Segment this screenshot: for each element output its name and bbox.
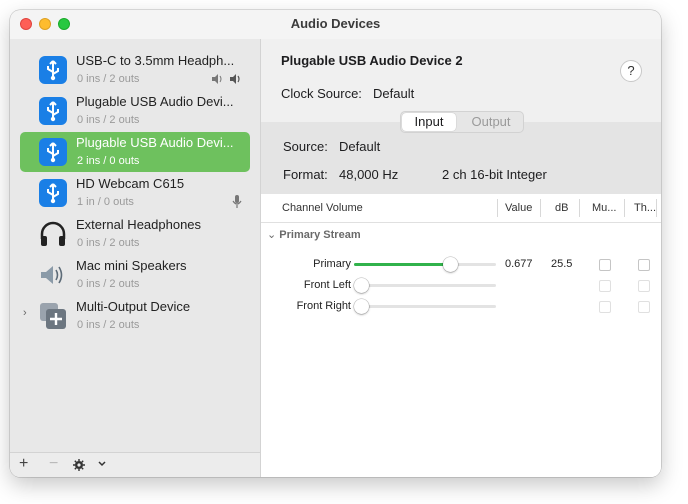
usb-icon	[39, 56, 67, 84]
device-name: External Headphones	[76, 217, 202, 232]
volume-slider[interactable]	[354, 299, 496, 314]
column-divider	[497, 199, 498, 217]
disclosure-chevron-icon[interactable]: ›	[23, 307, 27, 319]
device-name: Plugable USB Audio Devi...	[76, 94, 234, 109]
format-bit-depth[interactable]: 2 ch 16-bit Integer	[442, 167, 547, 182]
device-io-count: 0 ins / 2 outs	[77, 73, 140, 85]
source-label: Source:	[283, 139, 328, 154]
audio-devices-window: Audio Devices USB-C to 3.5mm Headph... 0…	[10, 10, 661, 477]
format-label: Format:	[283, 167, 328, 182]
chevron-down-icon[interactable]	[98, 461, 106, 467]
tab-input[interactable]: Input	[402, 113, 456, 131]
speaker-volume-icon	[212, 74, 240, 84]
header-value[interactable]: Value	[505, 202, 532, 214]
usb-icon	[39, 138, 67, 166]
column-divider	[656, 199, 657, 217]
thru-checkbox[interactable]	[638, 259, 650, 271]
usb-icon	[39, 97, 67, 125]
remove-device-button[interactable]: −	[49, 455, 58, 473]
device-item-mac-mini-speakers[interactable]: Mac mini Speakers 0 ins / 2 outs	[20, 255, 250, 295]
device-io-count: 0 ins / 2 outs	[77, 319, 140, 331]
device-name: HD Webcam C615	[76, 176, 185, 191]
sidebar-footer: + −	[10, 452, 260, 477]
channel-label: Front Left	[303, 279, 351, 291]
header-db[interactable]: dB	[555, 202, 568, 214]
column-divider	[624, 199, 625, 217]
source-value[interactable]: Default	[339, 139, 380, 154]
device-item-usb-c-headphones[interactable]: USB-C to 3.5mm Headph... 0 ins / 2 outs	[20, 50, 250, 90]
device-item-plugable-1[interactable]: Plugable USB Audio Devi... 0 ins / 2 out…	[20, 91, 250, 131]
clock-source-value[interactable]: Default	[373, 86, 414, 101]
speaker-icon	[41, 266, 63, 284]
channel-label: Front Right	[296, 300, 351, 312]
volume-slider-knob[interactable]	[354, 299, 369, 314]
thru-checkbox	[638, 280, 650, 292]
headphones-icon	[40, 221, 66, 246]
input-output-segmented-control: Input Output	[400, 111, 524, 133]
device-status-icons	[210, 72, 242, 90]
gear-icon[interactable]	[73, 459, 85, 471]
device-title: Plugable USB Audio Device 2	[281, 53, 463, 68]
device-item-multi-output[interactable]: › Multi-Output Device 0 ins / 2 outs	[20, 296, 250, 336]
device-item-external-headphones[interactable]: External Headphones 0 ins / 2 outs	[20, 214, 250, 254]
volume-slider[interactable]	[354, 278, 496, 293]
table-header: Channel Volume Value dB Mu... Th...	[261, 194, 661, 223]
channel-db: 25.5	[551, 258, 573, 270]
device-io-count: 0 ins / 2 outs	[77, 237, 140, 249]
device-detail-pane: Plugable USB Audio Device 2 ? Clock Sour…	[261, 39, 661, 477]
group-label: Primary Stream	[279, 229, 361, 241]
volume-slider[interactable]	[354, 257, 496, 272]
channel-value: 0.677	[505, 258, 533, 270]
mute-checkbox	[599, 301, 611, 313]
device-io-count: 2 ins / 0 outs	[77, 155, 140, 167]
volume-slider-knob[interactable]	[354, 278, 369, 293]
device-io-count: 0 ins / 2 outs	[77, 278, 140, 290]
volume-slider-fill	[354, 263, 450, 266]
device-io-count: 0 ins / 2 outs	[77, 114, 140, 126]
header-mute[interactable]: Mu...	[592, 202, 616, 214]
device-sidebar: USB-C to 3.5mm Headph... 0 ins / 2 outs …	[10, 39, 261, 477]
device-item-plugable-2[interactable]: Plugable USB Audio Devi... 2 ins / 0 out…	[20, 132, 250, 172]
device-item-hd-webcam[interactable]: HD Webcam C615 1 in / 0 outs	[20, 173, 250, 213]
mute-checkbox	[599, 280, 611, 292]
window-title: Audio Devices	[290, 16, 381, 31]
device-status-icons	[232, 195, 242, 214]
disclosure-chevron-icon[interactable]: ⌄	[267, 229, 276, 241]
header-channel-volume[interactable]: Channel Volume	[282, 202, 363, 214]
header-thru[interactable]: Th...	[634, 202, 656, 214]
microphone-icon	[232, 195, 242, 208]
add-device-button[interactable]: +	[19, 455, 28, 473]
format-sample-rate[interactable]: 48,000 Hz	[339, 167, 398, 182]
mute-checkbox[interactable]	[599, 259, 611, 271]
channel-label: Primary	[313, 258, 351, 270]
channel-volume-table: Channel Volume Value dB Mu... Th... ⌄ Pr…	[261, 194, 661, 477]
titlebar: Audio Devices	[10, 10, 661, 39]
device-io-count: 1 in / 0 outs	[77, 196, 134, 208]
usb-icon	[39, 179, 67, 207]
device-name: USB-C to 3.5mm Headph...	[76, 53, 235, 68]
column-divider	[540, 199, 541, 217]
multi-output-icon	[40, 303, 66, 329]
help-button[interactable]: ?	[620, 60, 642, 82]
column-divider	[579, 199, 580, 217]
device-name: Plugable USB Audio Devi...	[76, 135, 234, 150]
device-name: Multi-Output Device	[76, 299, 191, 314]
thru-checkbox	[638, 301, 650, 313]
volume-slider-knob[interactable]	[442, 257, 458, 272]
primary-stream-group[interactable]: ⌄ Primary Stream	[267, 228, 361, 241]
device-name: Mac mini Speakers	[76, 258, 187, 273]
clock-source-label: Clock Source:	[281, 86, 362, 101]
tab-output[interactable]: Output	[461, 113, 521, 131]
